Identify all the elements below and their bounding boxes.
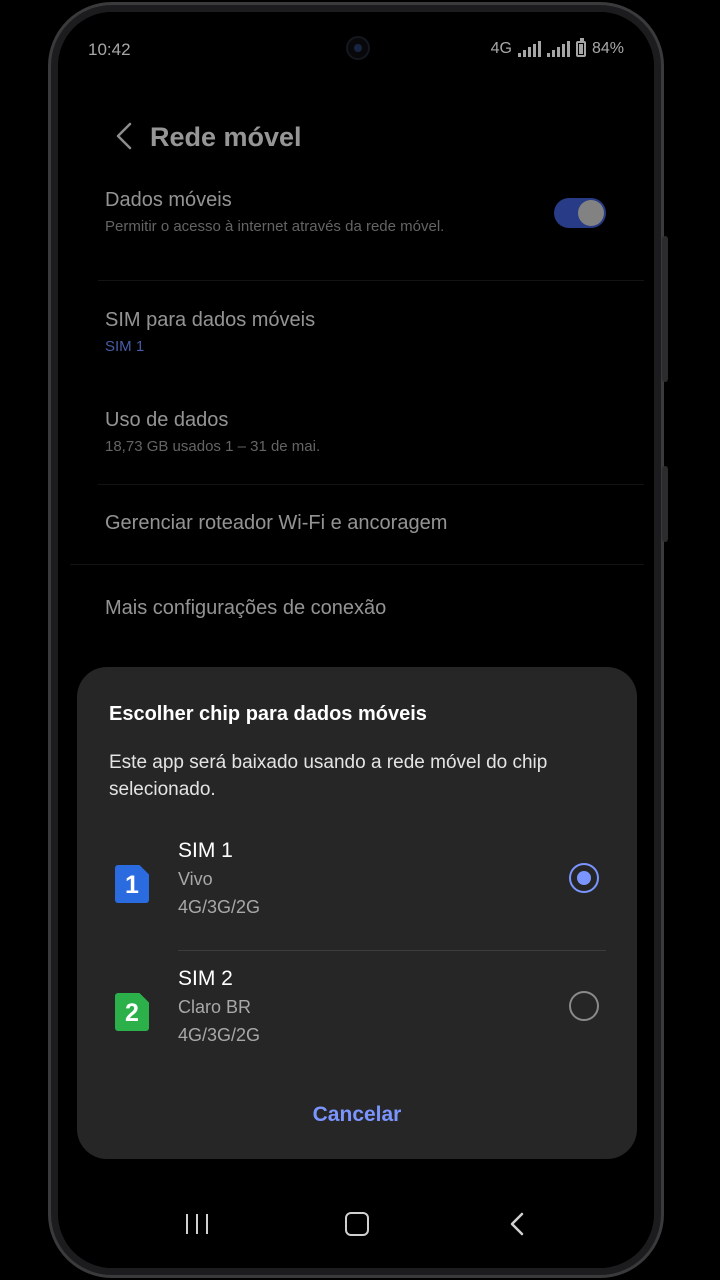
sim-option-1[interactable]: 1 SIM 1 Vivo 4G/3G/2G: [77, 837, 637, 947]
radio-selected[interactable]: [569, 863, 599, 893]
sim-network: 4G/3G/2G: [178, 1025, 261, 1045]
cancel-button[interactable]: Cancelar: [257, 1095, 457, 1135]
recent-apps-icon[interactable]: [186, 1214, 208, 1234]
sim-name: SIM 2: [178, 967, 233, 990]
sim-carrier: Claro BR: [178, 997, 252, 1017]
sim-card-icon: 1: [115, 865, 149, 903]
dialog-title: Escolher chip para dados móveis: [109, 703, 427, 725]
navigation-bar: [58, 1192, 654, 1252]
option-divider: [178, 950, 606, 951]
radio-unselected[interactable]: [569, 991, 599, 1021]
sim-card-icon: 2: [115, 993, 149, 1031]
sim-name: SIM 1: [178, 839, 233, 862]
power-button: [662, 466, 668, 542]
home-icon[interactable]: [345, 1212, 369, 1236]
sim-network: 4G/3G/2G: [178, 897, 261, 917]
sim-option-2[interactable]: 2 SIM 2 Claro BR 4G/3G/2G: [77, 965, 637, 1075]
sim-carrier: Vivo: [178, 869, 213, 889]
dialog-message: Este app será baixado usando a rede móve…: [109, 752, 548, 800]
sim-choice-dialog: Escolher chip para dados móveis Este app…: [77, 667, 637, 1159]
screen: 10:42 4G 84% Rede móvel Dados móveis Per…: [58, 12, 654, 1268]
back-icon[interactable]: [504, 1210, 532, 1238]
volume-button: [662, 236, 668, 382]
